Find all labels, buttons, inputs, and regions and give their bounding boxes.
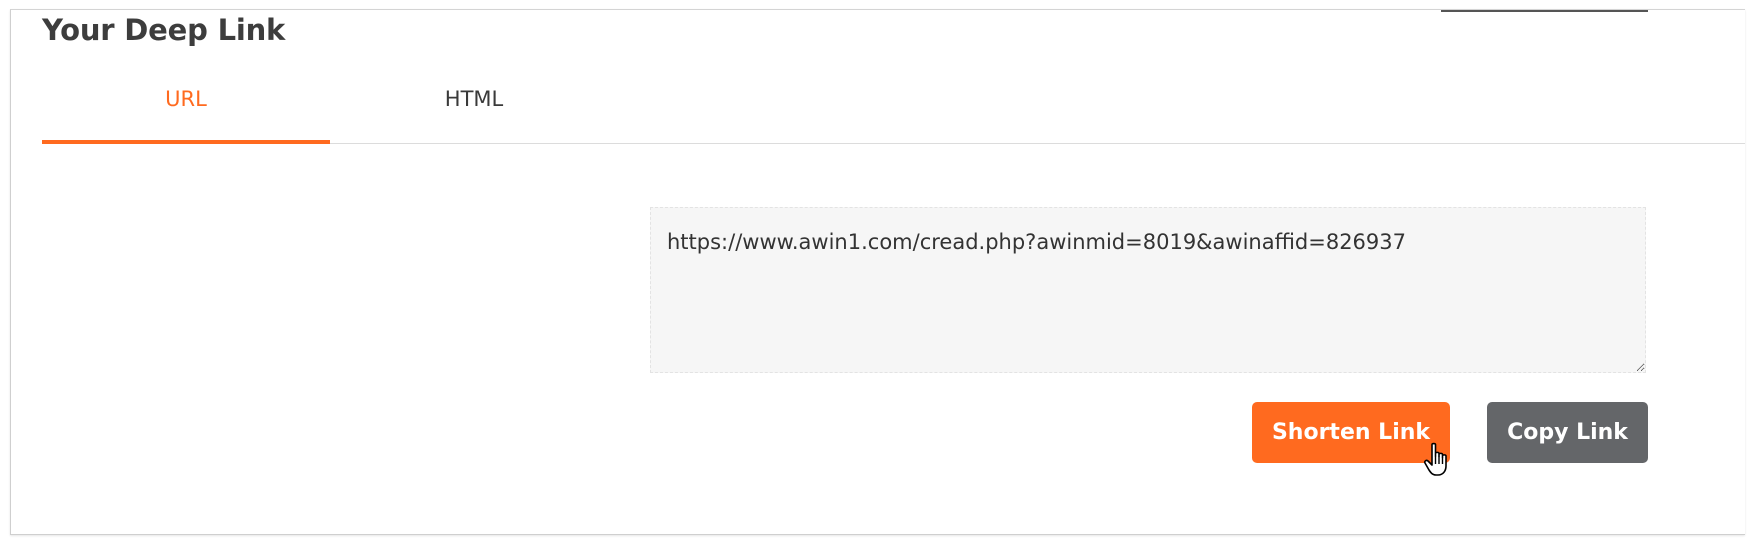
section-title: Your Deep Link	[42, 13, 286, 47]
tab-bar: URL HTML	[42, 60, 1745, 144]
tab-url[interactable]: URL	[42, 60, 330, 144]
shorten-link-button[interactable]: Shorten Link	[1252, 402, 1450, 463]
deep-link-textarea[interactable]: https://www.awin1.com/cread.php?awinmid=…	[650, 207, 1646, 373]
tab-html-label: HTML	[444, 86, 504, 111]
tab-html[interactable]: HTML	[330, 60, 618, 143]
tab-url-label: URL	[165, 86, 207, 111]
active-tab-indicator	[42, 140, 330, 144]
copy-link-button[interactable]: Copy Link	[1487, 402, 1648, 463]
deep-link-panel: Your Deep Link URL HTML https://www.awin…	[10, 9, 1745, 535]
top-edge-bar	[1441, 10, 1648, 12]
